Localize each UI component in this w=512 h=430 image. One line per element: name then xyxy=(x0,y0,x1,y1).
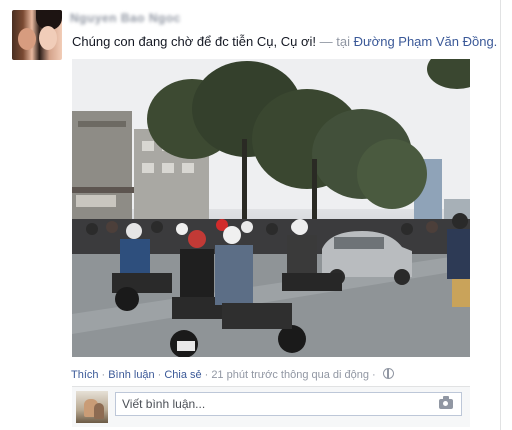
location-link[interactable]: Đường Phạm Văn Đồng. xyxy=(354,34,498,49)
action-dot: · xyxy=(101,369,106,381)
comment-link[interactable]: Bình luận xyxy=(108,369,154,381)
author-name[interactable]: Nguyen Bao Ngoc xyxy=(70,11,181,25)
like-link[interactable]: Thích xyxy=(71,369,99,381)
camera-icon[interactable] xyxy=(439,396,453,409)
share-link[interactable]: Chia sẻ xyxy=(164,369,201,381)
street-photo-illustration xyxy=(72,59,470,357)
comment-placeholder: Viết bình luận... xyxy=(122,397,206,411)
feed-story: Nguyen Bao Ngoc Chúng con đang chờ để đc… xyxy=(0,0,501,430)
comment-input[interactable]: Viết bình luận... xyxy=(115,392,462,416)
viewer-avatar xyxy=(76,391,108,423)
action-dot: · xyxy=(204,369,209,381)
action-dot: · xyxy=(372,369,376,381)
globe-icon[interactable] xyxy=(382,368,394,379)
status-separator: — xyxy=(319,34,333,49)
comment-area: Viết bình luận... xyxy=(72,386,470,427)
status-message: Chúng con đang chờ để đc tiễn Cụ, Cụ ơi! xyxy=(72,34,316,49)
status-text: Chúng con đang chờ để đc tiễn Cụ, Cụ ơi!… xyxy=(72,34,497,49)
story-actions: Thích · Bình luận · Chia sẻ · 21 phút trước th… xyxy=(71,368,394,381)
action-dot: · xyxy=(157,369,162,381)
author-avatar[interactable] xyxy=(12,10,62,60)
timestamp[interactable]: 21 phút trước thông qua di động xyxy=(211,369,369,381)
post-photo[interactable] xyxy=(72,59,470,357)
location-prefix: tại xyxy=(336,34,350,49)
